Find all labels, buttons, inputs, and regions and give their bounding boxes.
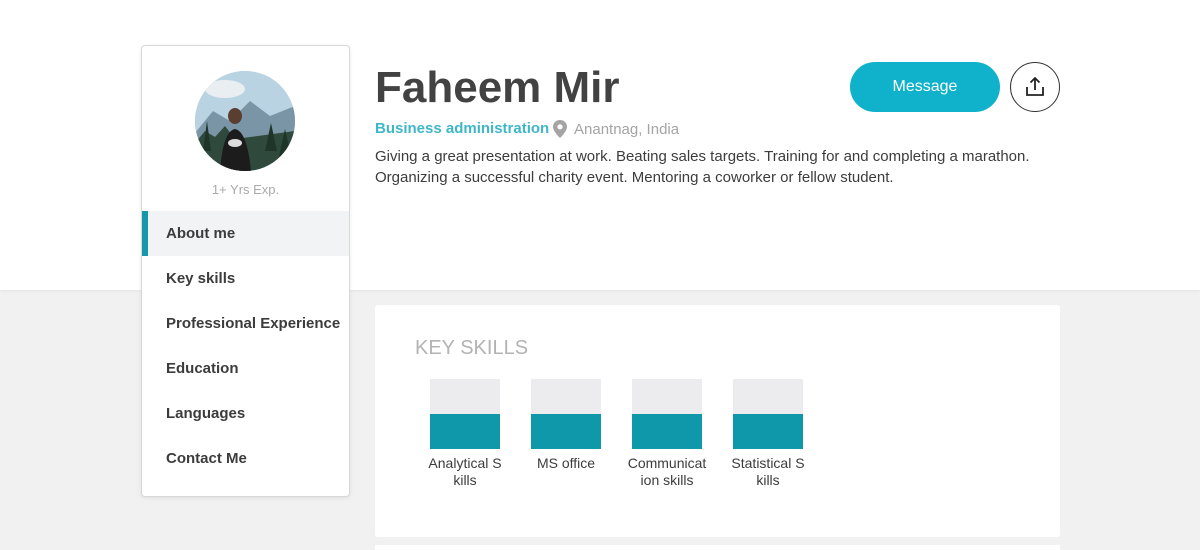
- sidebar-item-education[interactable]: Education: [142, 346, 349, 391]
- sidebar-nav: About me Key skills Professional Experie…: [142, 211, 349, 481]
- profile-page: 1+ Yrs Exp. About me Key skills Professi…: [0, 0, 1200, 550]
- message-button[interactable]: Message: [850, 62, 1000, 112]
- profile-location: Anantnag, India: [553, 120, 679, 138]
- avatar-photo: [195, 71, 295, 171]
- key-skills-card: KEY SKILLS Analytical Skills MS office C…: [375, 305, 1060, 537]
- skill-meter-fill: [632, 414, 702, 449]
- skill-meter: [733, 379, 803, 449]
- location-pin-icon: [553, 120, 567, 138]
- profile-role: Business administration: [375, 120, 550, 137]
- sidebar-item-contact-me[interactable]: Contact Me: [142, 436, 349, 481]
- location-text: Anantnag, India: [574, 120, 680, 138]
- avatar[interactable]: [195, 71, 295, 171]
- key-skills-title: KEY SKILLS: [415, 337, 529, 359]
- skill-label: Statistical Skills: [731, 455, 805, 488]
- sidebar-item-languages[interactable]: Languages: [142, 391, 349, 436]
- skill-meter-fill: [430, 414, 500, 449]
- skill-label: MS office: [536, 455, 596, 471]
- sidebar-item-professional-experience[interactable]: Professional Experience: [142, 301, 349, 346]
- skill-meter: [632, 379, 702, 449]
- skill-meter-fill: [531, 414, 601, 449]
- skill-meter-fill: [733, 414, 803, 449]
- profile-bio: Giving a great presentation at work. Bea…: [375, 148, 1030, 186]
- skill-item: Statistical Skills: [723, 379, 813, 489]
- skill-label: Analytical Skills: [428, 455, 502, 488]
- share-upload-icon: [1026, 77, 1044, 96]
- skill-item: Analytical Skills: [420, 379, 510, 489]
- skill-label: Communication skills: [627, 455, 707, 488]
- skill-meter: [531, 379, 601, 449]
- sidebar-item-key-skills[interactable]: Key skills: [142, 256, 349, 301]
- next-section-card: [375, 545, 1060, 550]
- skill-item: MS office: [521, 379, 611, 472]
- experience-label: 1+ Yrs Exp.: [211, 182, 280, 197]
- profile-sidebar: 1+ Yrs Exp. About me Key skills Professi…: [141, 45, 350, 497]
- skill-meter: [430, 379, 500, 449]
- sidebar-item-about-me[interactable]: About me: [142, 211, 349, 256]
- share-button[interactable]: [1010, 62, 1060, 112]
- profile-name: Faheem Mir: [375, 63, 620, 112]
- skill-item: Communication skills: [622, 379, 712, 489]
